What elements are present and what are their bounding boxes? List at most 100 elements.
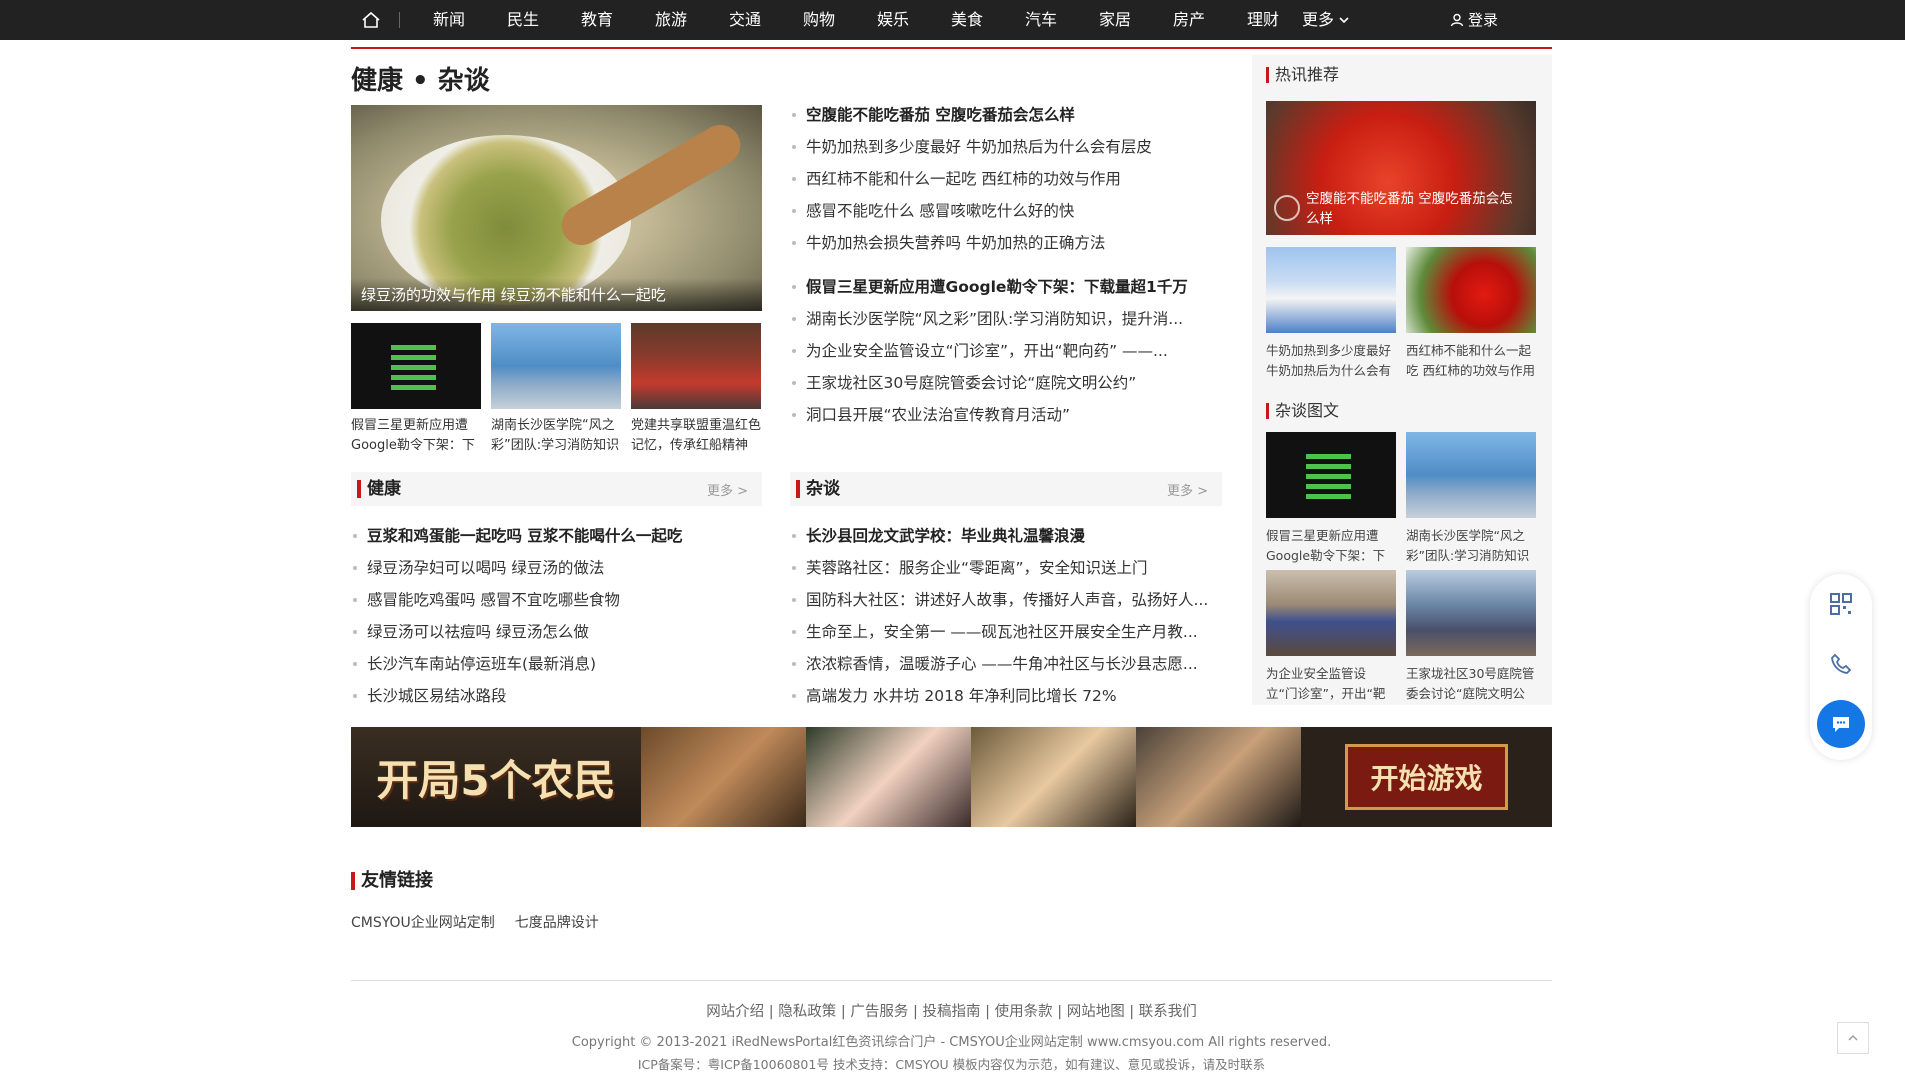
- qrcode-button[interactable]: [1810, 574, 1872, 634]
- play-icon: [1274, 195, 1300, 221]
- list-item[interactable]: 感冒能吃鸡蛋吗 感冒不宜吃哪些食物: [351, 584, 762, 616]
- footer-divider: [351, 980, 1552, 981]
- friend-links-title: 友情链接: [351, 872, 433, 890]
- chat-button[interactable]: [1817, 700, 1865, 748]
- list-item[interactable]: 长沙城区易结冰路段: [351, 680, 762, 712]
- list-item[interactable]: 绿豆汤可以祛痘吗 绿豆汤怎么做: [351, 616, 762, 648]
- list-item[interactable]: 王家垅社区30号庭院管委会讨论“庭院文明公约”: [790, 367, 1220, 399]
- login-label: 登录: [1468, 11, 1499, 29]
- friend-links: CMSYOU企业网站定制 七度品牌设计: [351, 912, 599, 932]
- news-list-b: 假冒三星更新应用遭Google勒令下架：下载量超1千万 湖南长沙医学院“风之彩”…: [790, 271, 1220, 431]
- nav-item-minsheng[interactable]: 民生: [486, 0, 560, 40]
- health-more-link[interactable]: 更多 >: [707, 480, 748, 499]
- nav-divider: [399, 12, 400, 28]
- list-item[interactable]: 长沙汽车南站停运班车(最新消息): [351, 648, 762, 680]
- list-item[interactable]: 假冒三星更新应用遭Google勒令下架：下载量超1千万: [790, 271, 1220, 303]
- nav-more-label: 更多: [1302, 10, 1335, 29]
- list-item[interactable]: 洞口县开展“农业法治宣传教育月活动”: [790, 399, 1220, 431]
- phone-icon: [1831, 653, 1852, 674]
- pic-item-title: 王家垅社区30号庭院管委会讨论“庭院文明公约”: [1406, 666, 1535, 701]
- pic-news-title: 杂谈图文: [1266, 403, 1339, 419]
- hot-item-title: 牛奶加热到多少度最好 牛奶加热后为什么会有层皮: [1266, 343, 1392, 378]
- nav-item-education[interactable]: 教育: [560, 0, 634, 40]
- nav-item-food[interactable]: 美食: [930, 0, 1004, 40]
- list-item[interactable]: 感冒不能吃什么 感冒咳嗽吃什么好的快: [790, 195, 1220, 227]
- nav-item-finance[interactable]: 理财: [1226, 0, 1300, 40]
- footer: 网站介绍 | 隐私政策 | 广告服务 | 投稿指南 | 使用条款 | 网站地图 …: [351, 1000, 1552, 1073]
- thumb-title: 湖南长沙医学院“风之彩”团队:学习消防知识: [491, 418, 620, 453]
- thumb-title: 党建共享联盟重温红色记忆，传承红船精神: [631, 418, 761, 453]
- section-divider: [351, 47, 1552, 49]
- nav-item-realestate[interactable]: 房产: [1152, 0, 1226, 40]
- list-item[interactable]: 浓浓粽香情，温暖游子心 ——牛角冲社区与长沙县志愿...: [790, 648, 1222, 680]
- list-item[interactable]: 生命至上，安全第一 ——砚瓦池社区开展安全生产月教...: [790, 616, 1222, 648]
- pic-item[interactable]: 假冒三星更新应用遭Google勒令下架：下载量超1千万: [1266, 432, 1396, 566]
- hot-item[interactable]: 牛奶加热到多少度最好 牛奶加热后为什么会有层皮: [1266, 247, 1396, 381]
- friend-link[interactable]: CMSYOU企业网站定制: [351, 912, 495, 932]
- hot-item-image: [1266, 247, 1396, 333]
- pic-item[interactable]: 为企业安全监管设立“门诊室”，开出“靶向药”: [1266, 570, 1396, 704]
- game-banner-ad[interactable]: 开局5个农民 开始游戏: [351, 727, 1552, 827]
- thumb-item[interactable]: 党建共享联盟重温红色记忆，传承红船精神: [631, 323, 761, 456]
- friend-link[interactable]: 七度品牌设计: [515, 912, 599, 932]
- qrcode-icon: [1830, 593, 1852, 615]
- user-icon: [1450, 13, 1464, 27]
- feature-article[interactable]: 绿豆汤的功效与作用 绿豆汤不能和什么一起吃: [351, 105, 762, 311]
- list-item[interactable]: 高端发力 水井坊 2018 年净利同比增长 72%: [790, 680, 1222, 712]
- nav-item-entertainment[interactable]: 娱乐: [856, 0, 930, 40]
- list-item[interactable]: 空腹能不能吃番茄 空腹吃番茄会怎么样: [790, 99, 1220, 131]
- banner-character-image: [1136, 727, 1301, 827]
- nav-item-home[interactable]: 家居: [1078, 0, 1152, 40]
- nav-item-auto[interactable]: 汽车: [1004, 0, 1078, 40]
- start-game-button[interactable]: 开始游戏: [1345, 744, 1508, 810]
- list-item[interactable]: 芙蓉路社区：服务企业“零距离”，安全知识送上门: [790, 552, 1222, 584]
- thumb-image: [351, 323, 481, 409]
- hot-item[interactable]: 西红柿不能和什么一起吃 西红柿的功效与作用: [1406, 247, 1536, 381]
- health-category-title: 健康: [357, 480, 401, 498]
- pic-item-image: [1406, 570, 1536, 656]
- chevron-down-icon: [1339, 17, 1349, 24]
- zatan-more-link[interactable]: 更多 >: [1167, 480, 1208, 499]
- list-item[interactable]: 豆浆和鸡蛋能一起吃吗 豆浆不能喝什么一起吃: [351, 520, 762, 552]
- home-icon[interactable]: [351, 0, 391, 40]
- pic-item-title: 假冒三星更新应用遭Google勒令下架：下载量超1千万: [1266, 528, 1386, 563]
- back-to-top-button[interactable]: [1837, 1022, 1869, 1054]
- login-link[interactable]: 登录: [1450, 0, 1498, 40]
- nav-item-shopping[interactable]: 购物: [782, 0, 856, 40]
- thumb-item[interactable]: 湖南长沙医学院“风之彩”团队:学习消防知识: [491, 323, 621, 456]
- thumb-image: [631, 323, 761, 409]
- pic-item[interactable]: 王家垅社区30号庭院管委会讨论“庭院文明公约”: [1406, 570, 1536, 704]
- footer-copyright: Copyright © 2013-2021 iRedNewsPortal红色资讯…: [571, 1035, 1332, 1050]
- thumb-title: 假冒三星更新应用遭Google勒令下架：下载量超1千万: [351, 418, 475, 453]
- thumb-image: [491, 323, 621, 409]
- floating-toolbar: [1810, 574, 1872, 760]
- list-item[interactable]: 西红柿不能和什么一起吃 西红柿的功效与作用: [790, 163, 1220, 195]
- banner-character-image: [971, 727, 1136, 827]
- phone-button[interactable]: [1810, 634, 1872, 694]
- health-category-header: 健康 更多 >: [351, 472, 762, 506]
- banner-character-image: [641, 727, 806, 827]
- thumb-item[interactable]: 假冒三星更新应用遭Google勒令下架：下载量超1千万: [351, 323, 481, 456]
- nav-item-traffic[interactable]: 交通: [708, 0, 782, 40]
- list-item[interactable]: 长沙县回龙文武学校：毕业典礼温馨浪漫: [790, 520, 1222, 552]
- banner-character-image: [806, 727, 971, 827]
- feature-caption: 绿豆汤的功效与作用 绿豆汤不能和什么一起吃: [351, 278, 762, 311]
- zatan-list: 长沙县回龙文武学校：毕业典礼温馨浪漫 芙蓉路社区：服务企业“零距离”，安全知识送…: [790, 520, 1222, 712]
- pic-item-title: 为企业安全监管设立“门诊室”，开出“靶向药”: [1266, 666, 1386, 701]
- list-item[interactable]: 为企业安全监管设立“门诊室”，开出“靶向药” ——...: [790, 335, 1220, 367]
- footer-links[interactable]: 网站介绍 | 隐私政策 | 广告服务 | 投稿指南 | 使用条款 | 网站地图 …: [351, 1000, 1552, 1021]
- nav-item-travel[interactable]: 旅游: [634, 0, 708, 40]
- list-item[interactable]: 牛奶加热会损失营养吗 牛奶加热的正确方法: [790, 227, 1220, 259]
- nav-more-menu[interactable]: 更多: [1302, 0, 1350, 40]
- banner-start-button-wrap: 开始游戏: [1301, 727, 1552, 827]
- news-list-a: 空腹能不能吃番茄 空腹吃番茄会怎么样 牛奶加热到多少度最好 牛奶加热后为什么会有…: [790, 99, 1220, 259]
- list-item[interactable]: 国防科大社区：讲述好人故事，传播好人声音，弘扬好人...: [790, 584, 1222, 616]
- sidebar: 热讯推荐 空腹能不能吃番茄 空腹吃番茄会怎么样 牛奶加热到多少度最好 牛奶加热后…: [1252, 55, 1552, 705]
- hot-feature[interactable]: 空腹能不能吃番茄 空腹吃番茄会怎么样: [1266, 101, 1536, 235]
- top-nav: 新闻 民生 教育 旅游 交通 购物 娱乐 美食 汽车 家居 房产 理财 更多 登…: [0, 0, 1905, 40]
- pic-item[interactable]: 湖南长沙医学院“风之彩”团队:学习消防知识: [1406, 432, 1536, 566]
- nav-item-news[interactable]: 新闻: [412, 0, 486, 40]
- list-item[interactable]: 湖南长沙医学院“风之彩”团队:学习消防知识，提升消...: [790, 303, 1220, 335]
- list-item[interactable]: 绿豆汤孕妇可以喝吗 绿豆汤的做法: [351, 552, 762, 584]
- list-item[interactable]: 牛奶加热到多少度最好 牛奶加热后为什么会有层皮: [790, 131, 1220, 163]
